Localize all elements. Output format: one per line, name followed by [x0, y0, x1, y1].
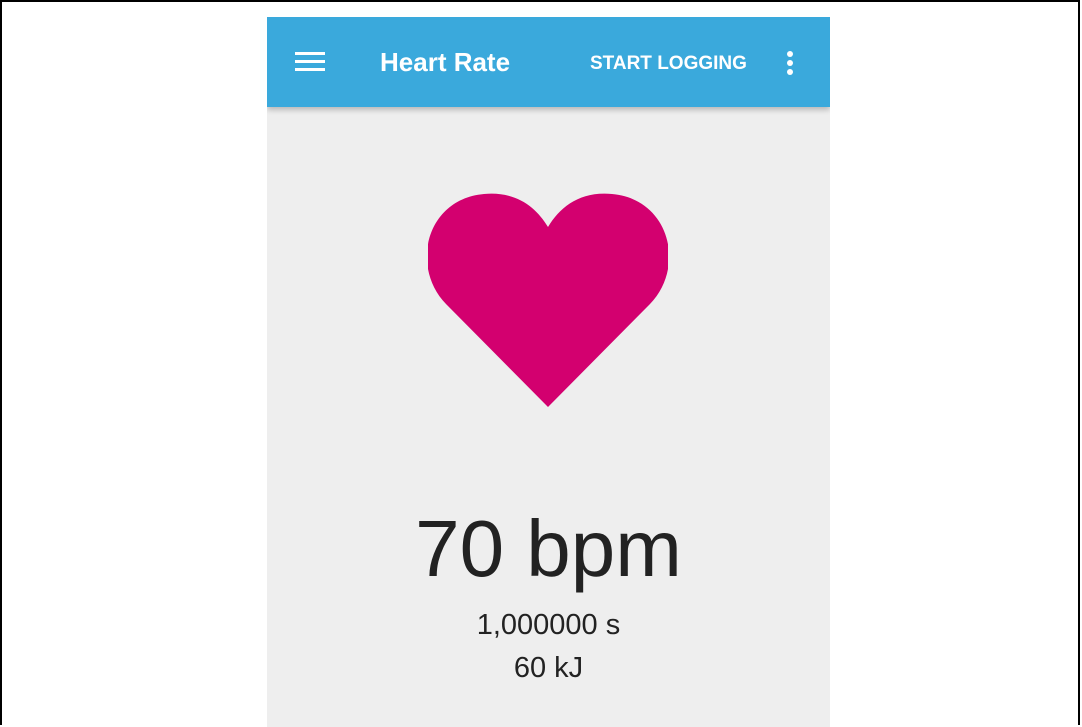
- app-title: Heart Rate: [380, 47, 511, 77]
- elapsed-time-value: 1,000000 s: [476, 609, 621, 641]
- app-screen: Heart Rate START LOGGING 70 bpm 1,000000…: [267, 17, 830, 727]
- hamburger-menu-icon[interactable]: [295, 51, 325, 73]
- app-bar: Heart Rate START LOGGING: [267, 17, 830, 107]
- figure-frame: Heart Rate START LOGGING 70 bpm 1,000000…: [0, 0, 1080, 727]
- heart-rate-value: 70 bpm: [415, 504, 682, 593]
- start-logging-button[interactable]: START LOGGING: [590, 53, 747, 75]
- more-vert-icon[interactable]: [782, 51, 798, 77]
- heart-icon: [428, 193, 668, 407]
- energy-value: 60 kJ: [513, 652, 584, 684]
